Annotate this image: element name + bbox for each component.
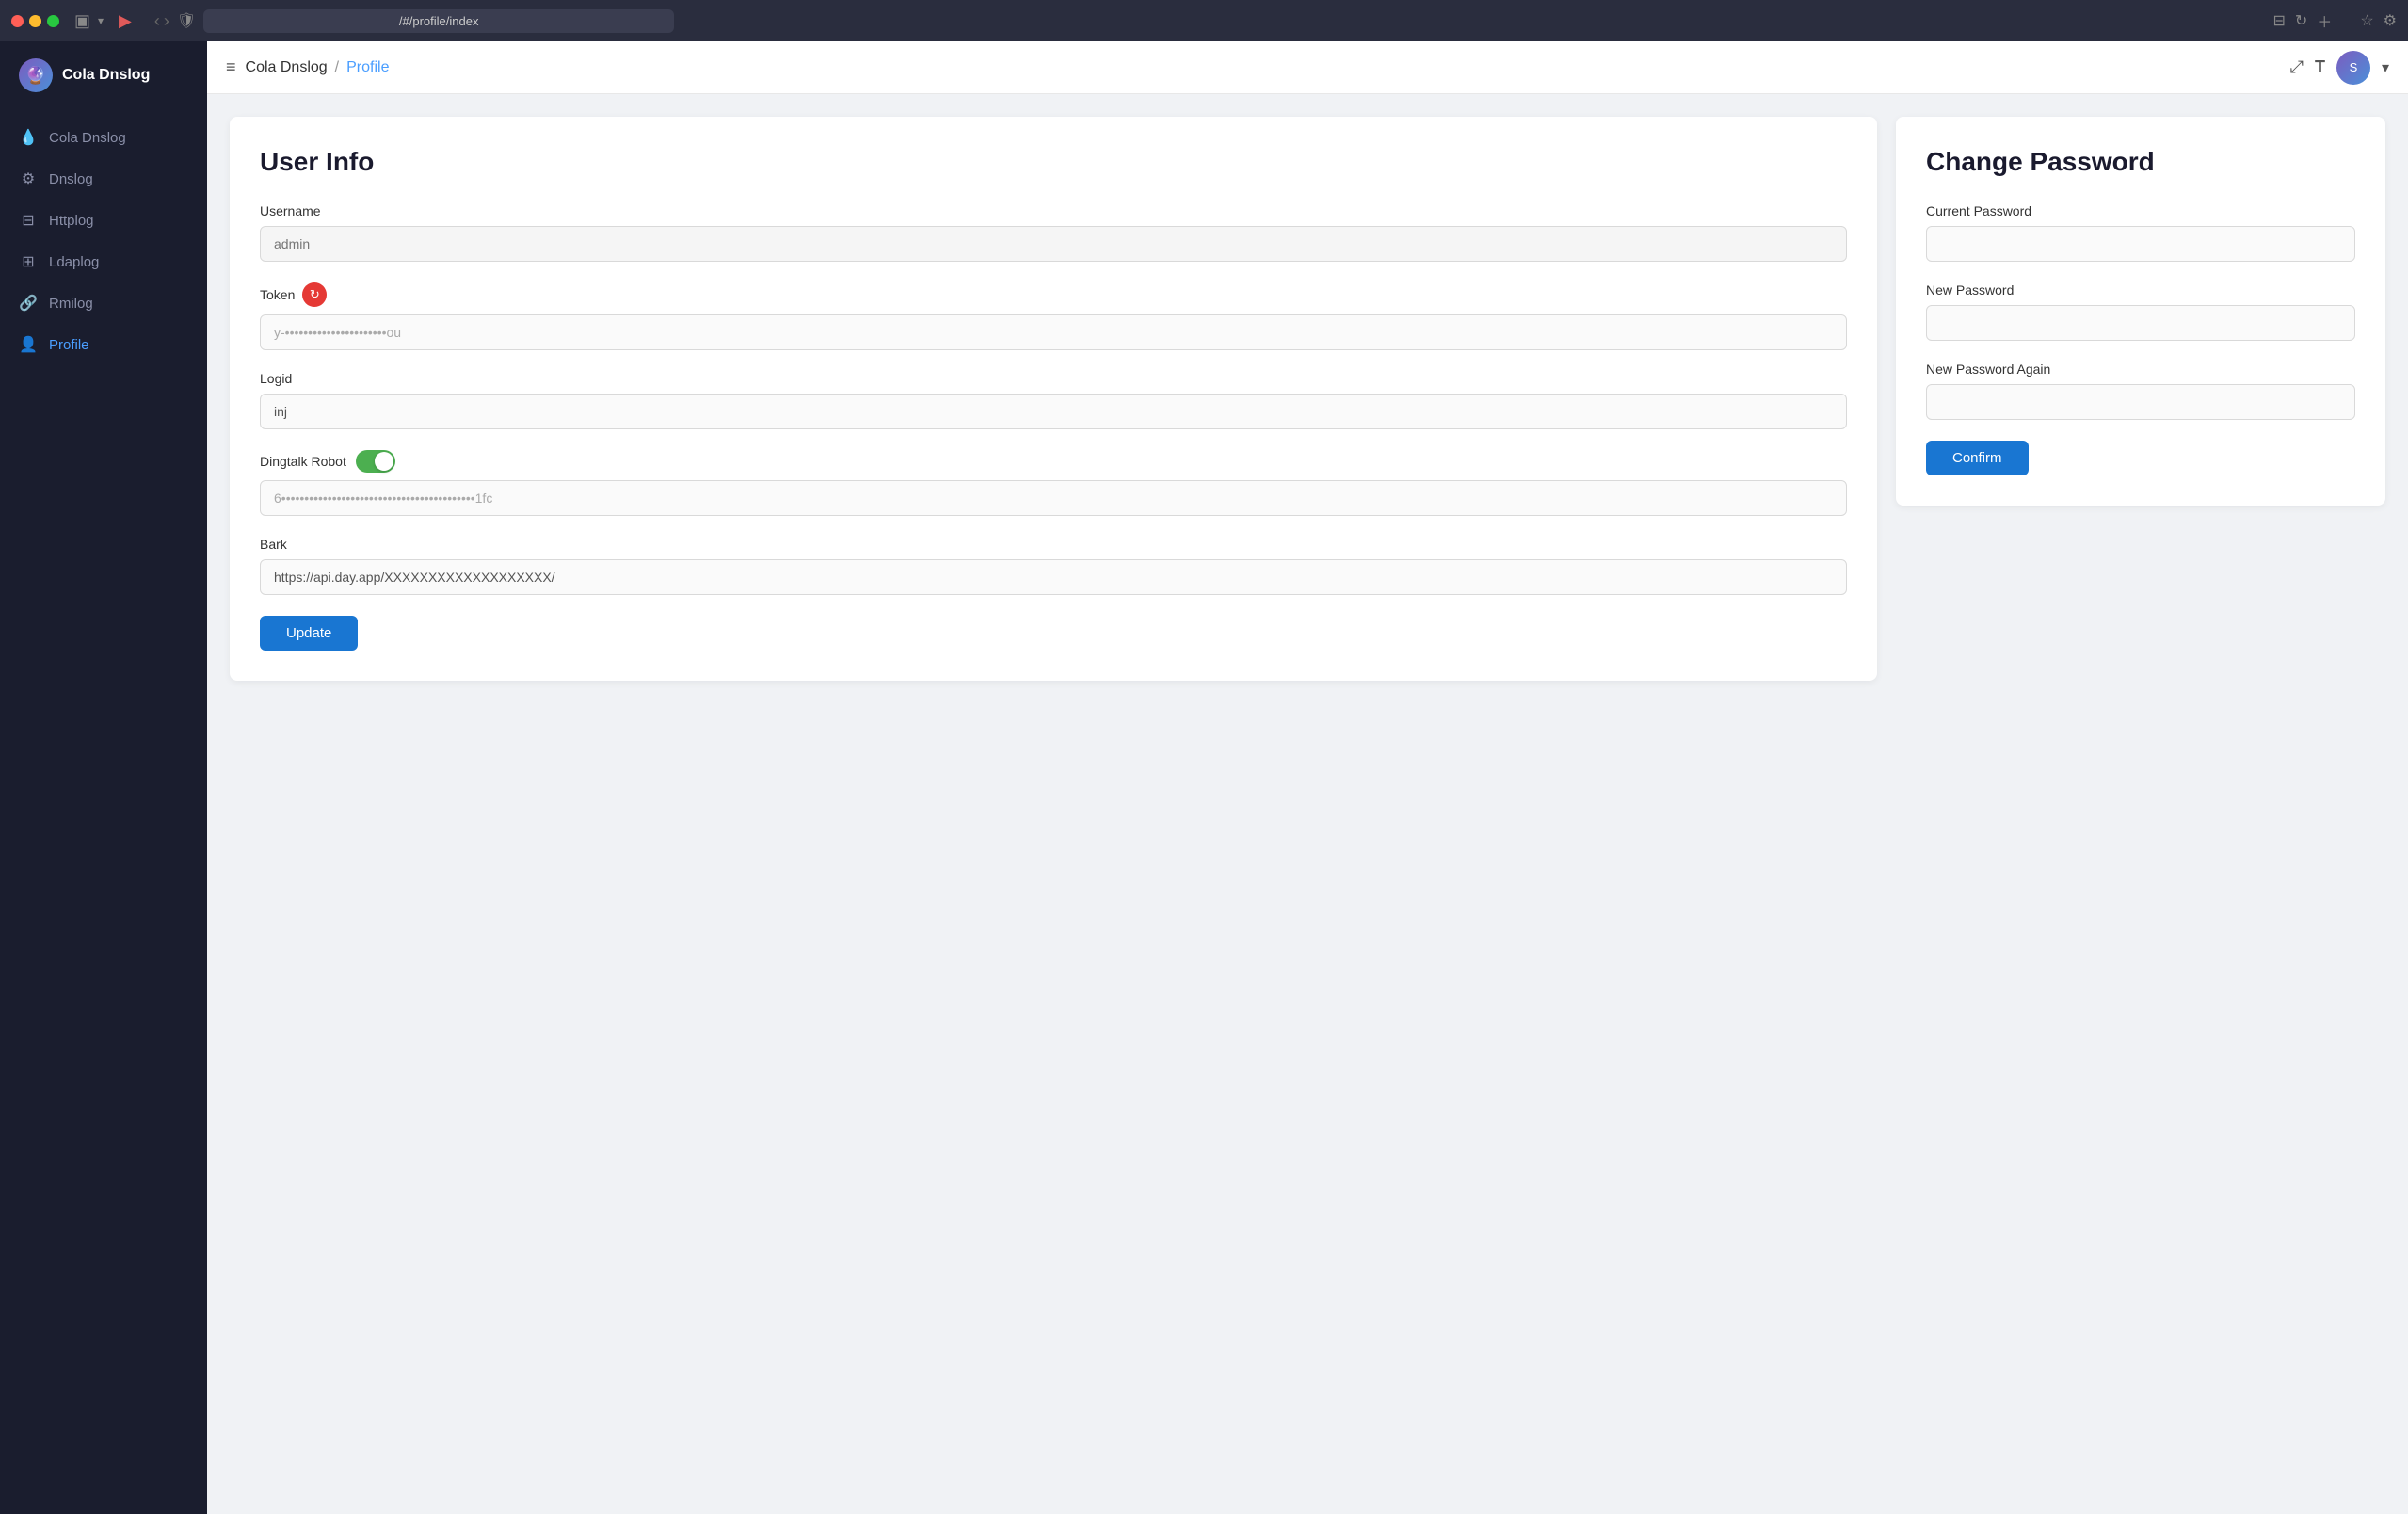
token-refresh-button[interactable]: ↻ <box>302 282 327 307</box>
titlebar: ▣ ▾ ▶ ‹ › 🛡 ⊟ ↻ ＋ ☆ ⚙ <box>0 0 2408 41</box>
update-button[interactable]: Update <box>260 616 358 651</box>
nav-arrows: ‹ › <box>154 11 169 31</box>
new-password-label: New Password <box>1926 282 2355 298</box>
cola-dnslog-icon: 💧 <box>19 128 38 147</box>
breadcrumb-app-name: Cola Dnslog <box>246 59 328 76</box>
current-password-label: Current Password <box>1926 203 2355 218</box>
settings-icon[interactable]: ⚙ <box>2384 11 2397 30</box>
shield-icon: 🛡 <box>177 11 196 30</box>
dnslog-icon: ⚙ <box>19 169 38 188</box>
avatar[interactable]: S <box>2336 51 2370 85</box>
new-password-again-input[interactable] <box>1926 384 2355 420</box>
bark-label: Bark <box>260 537 1847 552</box>
dingtalk-label: Dingtalk Robot <box>260 450 1847 473</box>
token-group: Token ↻ <box>260 282 1847 350</box>
menu-icon[interactable]: ≡ <box>226 57 236 77</box>
chevron-down-icon[interactable]: ▾ <box>98 14 104 27</box>
font-size-icon[interactable]: T <box>2315 57 2325 77</box>
confirm-button[interactable]: Confirm <box>1926 441 2029 475</box>
sidebar-item-rmilog[interactable]: 🔗 Rmilog <box>0 282 207 324</box>
username-label: Username <box>260 203 1847 218</box>
minimize-traffic-light[interactable] <box>29 15 41 27</box>
sidebar-item-profile[interactable]: 👤 Profile <box>0 324 207 365</box>
username-input[interactable] <box>260 226 1847 262</box>
avatar-dropdown-icon[interactable]: ▾ <box>2382 58 2389 77</box>
new-password-again-group: New Password Again <box>1926 362 2355 420</box>
url-bar[interactable] <box>203 9 674 33</box>
expand-icon[interactable]: ⤢ <box>2290 57 2304 77</box>
httplog-icon: ⊟ <box>19 211 38 230</box>
current-password-input[interactable] <box>1926 226 2355 262</box>
sidebar-item-profile-label: Profile <box>49 337 89 353</box>
sidebar-item-dnslog[interactable]: ⚙ Dnslog <box>0 158 207 200</box>
sidebar-logo: 🔮 Cola Dnslog <box>0 41 207 109</box>
close-traffic-light[interactable] <box>11 15 24 27</box>
sidebar-item-httplog-label: Httplog <box>49 213 94 229</box>
maximize-traffic-light[interactable] <box>47 15 59 27</box>
sidebar-item-dnslog-label: Dnslog <box>49 171 93 187</box>
app-name-label: Cola Dnslog <box>62 67 150 84</box>
new-tab-icon[interactable]: ＋ <box>2317 9 2332 32</box>
forward-button[interactable]: › <box>164 11 169 31</box>
topbar-right: ⤢ T S ▾ <box>2290 51 2389 85</box>
new-password-group: New Password <box>1926 282 2355 341</box>
sidebar-item-ldaplog[interactable]: ⊞ Ldaplog <box>0 241 207 282</box>
sidebar-nav: 💧 Cola Dnslog ⚙ Dnslog ⊟ Httplog ⊞ Ldapl… <box>0 109 207 373</box>
toolbar-icons: ⊟ ↻ ＋ ☆ ⚙ <box>2272 9 2397 32</box>
sidebar-item-ldaplog-label: Ldaplog <box>49 254 99 270</box>
logid-label: Logid <box>260 371 1847 386</box>
profile-icon: 👤 <box>19 335 38 354</box>
change-password-card: Change Password Current Password New Pas… <box>1896 117 2385 506</box>
topbar: ≡ Cola Dnslog / Profile ⤢ T S ▾ <box>207 41 2408 94</box>
logid-input[interactable] <box>260 394 1847 429</box>
dingtalk-group: Dingtalk Robot <box>260 450 1847 516</box>
dingtalk-toggle[interactable] <box>356 450 395 473</box>
cast-icon[interactable]: ⊟ <box>2272 11 2285 30</box>
star-icon[interactable]: ☆ <box>2360 11 2373 30</box>
token-input[interactable] <box>260 314 1847 350</box>
sidebar: 🔮 Cola Dnslog 💧 Cola Dnslog ⚙ Dnslog ⊟ H… <box>0 41 207 1514</box>
sidebar-item-rmilog-label: Rmilog <box>49 296 93 312</box>
logid-group: Logid <box>260 371 1847 429</box>
content-area: User Info Username Token ↻ Logid <box>207 94 2408 1514</box>
ldaplog-icon: ⊞ <box>19 252 38 271</box>
breadcrumb-current: Profile <box>346 59 389 76</box>
bark-group: Bark <box>260 537 1847 595</box>
rmilog-icon: 🔗 <box>19 294 38 313</box>
app-layout: 🔮 Cola Dnslog 💧 Cola Dnslog ⚙ Dnslog ⊟ H… <box>0 41 2408 1514</box>
back-button[interactable]: ‹ <box>154 11 160 31</box>
breadcrumb: Cola Dnslog / Profile <box>246 59 390 76</box>
refresh-icon[interactable]: ↻ <box>2295 11 2307 30</box>
new-password-again-label: New Password Again <box>1926 362 2355 377</box>
current-password-group: Current Password <box>1926 203 2355 262</box>
sidebar-item-httplog[interactable]: ⊟ Httplog <box>0 200 207 241</box>
bark-input[interactable] <box>260 559 1847 595</box>
user-info-card: User Info Username Token ↻ Logid <box>230 117 1877 681</box>
avatar-text: S <box>2350 60 2358 74</box>
user-info-title: User Info <box>260 147 1847 177</box>
sidebar-item-cola-dnslog-label: Cola Dnslog <box>49 130 126 146</box>
sidebar-toggle-icon[interactable]: ▣ <box>74 11 90 31</box>
play-icon: ▶ <box>119 11 132 31</box>
token-label: Token ↻ <box>260 282 1847 307</box>
username-group: Username <box>260 203 1847 262</box>
new-password-input[interactable] <box>1926 305 2355 341</box>
logo-icon: 🔮 <box>19 58 53 92</box>
traffic-lights <box>11 15 59 27</box>
dingtalk-input[interactable] <box>260 480 1847 516</box>
sidebar-item-cola-dnslog[interactable]: 💧 Cola Dnslog <box>0 117 207 158</box>
main-area: ≡ Cola Dnslog / Profile ⤢ T S ▾ User Inf… <box>207 41 2408 1514</box>
breadcrumb-separator: / <box>335 59 339 76</box>
change-password-title: Change Password <box>1926 147 2355 177</box>
